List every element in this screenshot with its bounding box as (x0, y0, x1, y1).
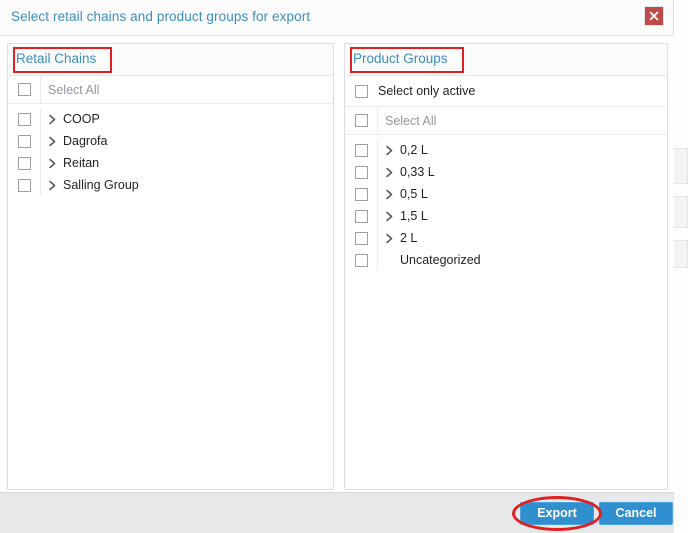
cancel-button[interactable]: Cancel (599, 502, 673, 525)
list-item-label: Dagrofa (63, 134, 108, 148)
list-item[interactable]: 1,5 L (345, 205, 667, 227)
dialog-footer: Export Cancel (0, 492, 674, 533)
checkbox-cell (8, 152, 41, 174)
checkbox-cell (8, 76, 41, 103)
list-item-label: Salling Group (63, 178, 139, 192)
list-item-label: Uncategorized (400, 253, 481, 267)
checkbox-cell (345, 161, 378, 183)
product-groups-header: Product Groups (345, 44, 667, 76)
dialog-title: Select retail chains and product groups … (11, 9, 311, 24)
background-element (673, 148, 688, 184)
export-button[interactable]: Export (520, 502, 594, 525)
expand-chevron-icon[interactable] (41, 180, 63, 191)
export-dialog: Select retail chains and product groups … (0, 0, 674, 533)
select-all-label: Select All (385, 113, 437, 128)
expand-chevron-icon[interactable] (378, 189, 400, 200)
list-item[interactable]: 0,5 L (345, 183, 667, 205)
item-checkbox[interactable] (354, 143, 368, 157)
expand-chevron-icon[interactable] (41, 136, 63, 147)
item-checkbox[interactable] (354, 187, 368, 201)
retail-chains-panel: Retail Chains Select All COOP Dagrofa Re… (7, 43, 334, 490)
list-item[interactable]: 0,2 L (345, 139, 667, 161)
list-item-label: 0,33 L (400, 165, 435, 179)
checkbox-cell (345, 227, 378, 249)
item-checkbox[interactable] (354, 253, 368, 267)
checkbox-cell (345, 183, 378, 205)
background-element (673, 196, 688, 228)
close-button[interactable] (644, 6, 664, 26)
item-checkbox[interactable] (354, 165, 368, 179)
product-groups-list: 0,2 L 0,33 L 0,5 L 1,5 L 2 L Uncategoriz… (345, 135, 667, 271)
item-checkbox[interactable] (354, 209, 368, 223)
list-item[interactable]: 0,33 L (345, 161, 667, 183)
expand-chevron-icon[interactable] (41, 158, 63, 169)
dialog-titlebar: Select retail chains and product groups … (0, 0, 673, 36)
list-item[interactable]: Dagrofa (8, 130, 333, 152)
select-only-active-label: Select only active (378, 84, 476, 98)
product-groups-panel: Product Groups Select only active Select… (344, 43, 668, 490)
checkbox-cell (345, 76, 378, 106)
checkbox-cell (8, 130, 41, 152)
checkbox-cell (8, 174, 41, 196)
expand-chevron-icon[interactable] (41, 114, 63, 125)
select-only-active-row[interactable]: Select only active (345, 76, 667, 107)
background-element (673, 240, 688, 268)
list-item[interactable]: Uncategorized (345, 249, 667, 271)
select-only-active-checkbox[interactable] (355, 84, 368, 98)
list-item-label: 2 L (400, 231, 418, 245)
product-groups-select-all-row[interactable]: Select All (345, 107, 667, 135)
list-item-label: 1,5 L (400, 209, 428, 223)
item-checkbox[interactable] (17, 134, 31, 148)
retail-chains-list: COOP Dagrofa Reitan Salling Group (8, 104, 333, 196)
retail-chains-select-all-row[interactable]: Select All (8, 76, 333, 104)
checkbox-cell (345, 249, 378, 271)
item-checkbox[interactable] (17, 112, 31, 126)
select-all-label: Select All (48, 82, 100, 97)
item-checkbox[interactable] (17, 178, 31, 192)
list-item-label: Reitan (63, 156, 100, 170)
expand-chevron-icon[interactable] (378, 145, 400, 156)
list-item[interactable]: Salling Group (8, 174, 333, 196)
item-checkbox[interactable] (354, 231, 368, 245)
dialog-body: Retail Chains Select All COOP Dagrofa Re… (0, 36, 674, 492)
product-groups-title: Product Groups (353, 51, 448, 66)
list-item-label: 0,5 L (400, 187, 428, 201)
list-item-label: COOP (63, 112, 100, 126)
list-item[interactable]: COOP (8, 108, 333, 130)
list-item[interactable]: Reitan (8, 152, 333, 174)
list-item-label: 0,2 L (400, 143, 428, 157)
checkbox-cell (8, 108, 41, 130)
retail-chains-title: Retail Chains (16, 51, 97, 66)
retail-chains-header: Retail Chains (8, 44, 333, 76)
expand-chevron-icon[interactable] (378, 167, 400, 178)
list-item[interactable]: 2 L (345, 227, 667, 249)
select-all-checkbox[interactable] (17, 83, 31, 96)
checkbox-cell (345, 107, 378, 134)
expand-chevron-icon[interactable] (378, 211, 400, 222)
checkbox-cell (345, 205, 378, 227)
item-checkbox[interactable] (17, 156, 31, 170)
select-all-checkbox[interactable] (354, 114, 368, 127)
close-icon (649, 11, 659, 21)
expand-chevron-icon[interactable] (378, 233, 400, 244)
checkbox-cell (345, 139, 378, 161)
